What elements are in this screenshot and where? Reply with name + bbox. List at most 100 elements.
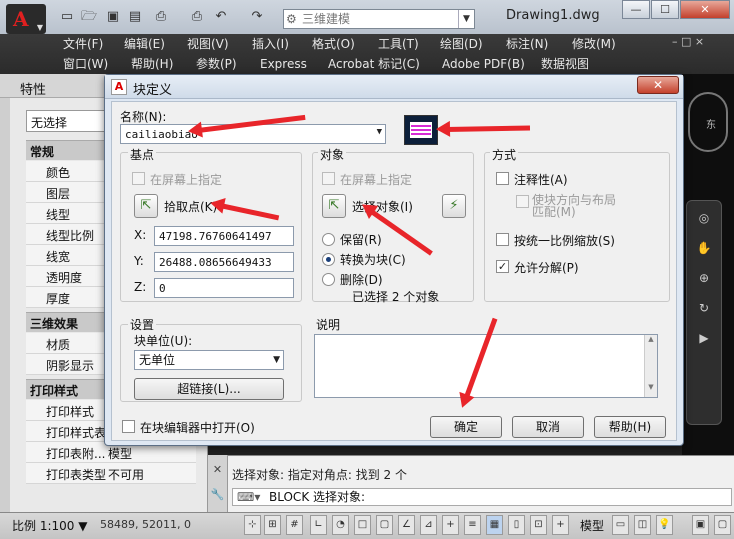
allow-explode-label: 允许分解(P): [514, 261, 579, 275]
showmotion-icon[interactable]: ▶: [687, 331, 721, 345]
objects-on-screen-checkbox[interactable]: [322, 172, 335, 185]
menu-data-view[interactable]: 数据视图: [541, 55, 589, 73]
hyperlink-button[interactable]: 超链接(L)...: [134, 378, 284, 400]
open-folder-icon[interactable]: 🗁: [80, 8, 98, 26]
wrench-icon[interactable]: 🔧: [208, 488, 227, 501]
annotation-scale[interactable]: 比例 1:100 ▼: [4, 517, 96, 535]
lock-icon[interactable]: 💡: [656, 515, 673, 535]
palette-grip[interactable]: [0, 98, 10, 512]
menu-tools[interactable]: 工具(T): [378, 35, 419, 53]
base-on-screen-checkbox[interactable]: [132, 172, 145, 185]
print-icon[interactable]: ⎙: [188, 8, 206, 26]
selection-cycling-icon[interactable]: ⊡: [530, 515, 547, 535]
menu-parametric[interactable]: 参数(P): [196, 55, 237, 73]
polar-icon[interactable]: ◔: [332, 515, 349, 535]
cancel-button[interactable]: 取消: [512, 416, 584, 438]
open-in-editor-checkbox[interactable]: [122, 420, 135, 433]
menu-view[interactable]: 视图(V): [187, 35, 229, 53]
ducs-icon[interactable]: ⊿: [420, 515, 437, 535]
close-button[interactable]: ✕: [680, 0, 730, 19]
undo-icon[interactable]: ↶: [212, 8, 230, 26]
workspace-value: 三维建模: [302, 12, 351, 26]
block-name-combobox[interactable]: cailiaobiao ▼: [120, 124, 386, 144]
menu-insert[interactable]: 插入(I): [252, 35, 289, 53]
command-input[interactable]: ⌨▾ BLOCK 选择对象:: [232, 488, 732, 506]
close-icon[interactable]: ✕: [208, 463, 227, 476]
pan-hand-icon[interactable]: ✋: [687, 241, 721, 255]
y-coordinate-field[interactable]: 26488.08656649433: [154, 252, 294, 272]
maximize-button[interactable]: ☐: [651, 0, 679, 19]
grid-icon[interactable]: #: [286, 515, 303, 535]
quick-select-icon: ⚡: [449, 198, 459, 213]
scale-uniformly-checkbox[interactable]: [496, 233, 509, 246]
new-file-icon[interactable]: ▭: [58, 8, 76, 26]
dyn-icon[interactable]: +: [442, 515, 459, 535]
menu-file[interactable]: 文件(F): [63, 35, 103, 53]
menu-modify[interactable]: 修改(M): [572, 35, 616, 53]
save-icon[interactable]: ▣: [104, 8, 122, 26]
select-objects-button[interactable]: ⇱: [322, 194, 346, 218]
ok-button[interactable]: 确定: [430, 416, 502, 438]
quick-properties-icon[interactable]: ▯: [508, 515, 525, 535]
publish-icon[interactable]: ⎙: [152, 8, 170, 26]
annotation-monitor-icon[interactable]: +: [552, 515, 569, 535]
workspace-icon[interactable]: ◫: [634, 515, 651, 535]
delete-radio[interactable]: [322, 273, 335, 286]
chevron-down-icon: ▼: [273, 355, 280, 365]
match-orientation-checkbox[interactable]: [516, 195, 529, 208]
otrack-icon[interactable]: ∠: [398, 515, 415, 535]
autocad-logo-icon: A: [13, 7, 29, 31]
save-as-icon[interactable]: ▤: [126, 8, 144, 26]
dialog-titlebar[interactable]: A 块定义 ✕: [105, 75, 683, 99]
dialog-close-button[interactable]: ✕: [637, 76, 679, 94]
workspace-select[interactable]: ⚙ 三维建模 ▼: [283, 9, 475, 29]
pick-point-button[interactable]: ⇱: [134, 194, 158, 218]
menu-adobe-pdf[interactable]: Adobe PDF(B): [442, 55, 525, 73]
app-menu-button[interactable]: A ▼: [6, 4, 46, 34]
minimize-button[interactable]: —: [622, 0, 650, 19]
transparency-icon[interactable]: ▦: [486, 515, 503, 535]
clean-screen-icon[interactable]: ▢: [714, 515, 731, 535]
block-unit-select[interactable]: 无单位 ▼: [134, 350, 284, 370]
steering-wheel-icon[interactable]: ◎: [687, 211, 721, 225]
viewcube[interactable]: 东: [688, 92, 728, 152]
z-coordinate-field[interactable]: 0: [154, 278, 294, 298]
properties-title: 特性: [20, 83, 47, 98]
chevron-down-icon: ▼: [36, 23, 43, 32]
menu-draw[interactable]: 绘图(D): [440, 35, 483, 53]
allow-explode-checkbox[interactable]: ✓: [496, 260, 509, 273]
menu-acrobat[interactable]: Acrobat 标记(C): [328, 55, 420, 73]
annotative-checkbox[interactable]: [496, 172, 509, 185]
select-objects-icon: ⇱: [328, 198, 340, 213]
x-coordinate-field[interactable]: 47198.76760641497: [154, 226, 294, 246]
prop-row[interactable]: 打印表类型 不可用: [26, 463, 196, 484]
menu-format[interactable]: 格式(O): [312, 35, 355, 53]
3dosnap-icon[interactable]: ▢: [376, 515, 393, 535]
model-space-button[interactable]: 模型: [580, 517, 604, 534]
menu-express[interactable]: Express: [260, 55, 307, 73]
description-scrollbar[interactable]: ▲ ▼: [644, 335, 657, 397]
behavior-group: [484, 152, 670, 302]
help-button[interactable]: 帮助(H): [594, 416, 666, 438]
menu-edit[interactable]: 编辑(E): [124, 35, 165, 53]
compass-east-label: 东: [706, 120, 716, 131]
orbit-icon[interactable]: ↻: [687, 301, 721, 315]
snap-icon[interactable]: ⊞: [264, 515, 281, 535]
menu-help[interactable]: 帮助(H): [131, 55, 173, 73]
quick-select-button[interactable]: ⚡: [442, 194, 466, 218]
convert-to-block-radio[interactable]: [322, 253, 335, 266]
zoom-icon[interactable]: ⊕: [687, 271, 721, 285]
mdi-window-controls[interactable]: – □ ×: [672, 35, 704, 48]
menu-window[interactable]: 窗口(W): [63, 55, 108, 73]
name-label: 名称(N):: [120, 110, 167, 124]
ortho-icon[interactable]: ∟: [310, 515, 327, 535]
isolate-icon[interactable]: ▣: [692, 515, 709, 535]
redo-icon[interactable]: ↷: [248, 8, 266, 26]
retain-radio[interactable]: [322, 233, 335, 246]
osnap-icon[interactable]: □: [354, 515, 371, 535]
command-window-grip[interactable]: ✕ 🔧: [208, 455, 228, 512]
infer-constraints-icon[interactable]: ⊹: [244, 515, 261, 535]
lineweight-icon[interactable]: ≡: [464, 515, 481, 535]
menu-dimension[interactable]: 标注(N): [506, 35, 548, 53]
layout-icon[interactable]: ▭: [612, 515, 629, 535]
